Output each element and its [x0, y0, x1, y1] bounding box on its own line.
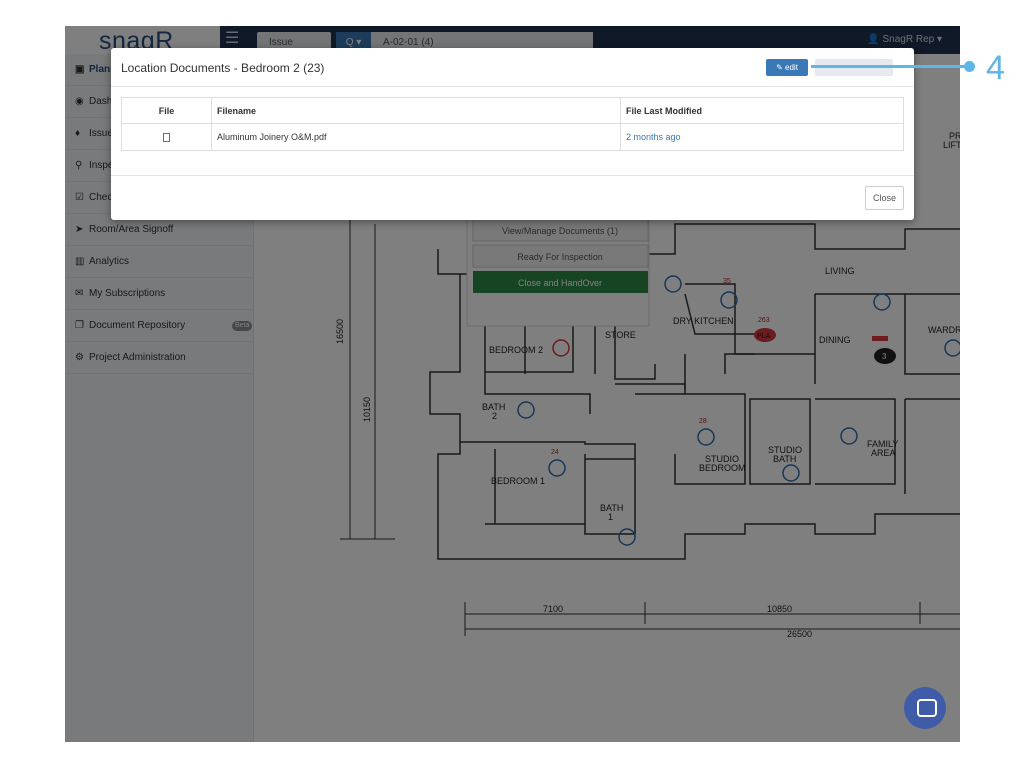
callout-line — [811, 65, 970, 68]
column-header-last-modified: File Last Modified — [620, 97, 904, 124]
pdf-file-icon[interactable] — [163, 132, 170, 142]
edit-icon: ✎ — [776, 63, 786, 72]
column-header-file: File — [121, 97, 212, 124]
filename-cell[interactable]: Aluminum Joinery O&M.pdf — [211, 123, 621, 151]
edit-button[interactable]: ✎ edit — [766, 59, 808, 76]
last-modified-cell: 2 months ago — [620, 123, 904, 151]
callout-number: 4 — [986, 49, 1005, 87]
table-row[interactable]: Aluminum Joinery O&M.pdf 2 months ago — [121, 123, 904, 151]
column-header-filename: Filename — [211, 97, 621, 124]
divider — [111, 86, 914, 87]
table-header-row: File Filename File Last Modified — [121, 97, 904, 124]
callout-dot — [964, 61, 975, 72]
divider — [111, 175, 914, 176]
close-button[interactable]: Close — [865, 186, 904, 210]
documents-table: File Filename File Last Modified Aluminu… — [121, 97, 904, 151]
file-cell[interactable] — [121, 123, 212, 151]
last-modified-link[interactable]: 2 months ago — [626, 132, 681, 142]
chat-launcher-button[interactable] — [904, 687, 946, 729]
edit-label: edit — [785, 63, 798, 72]
location-documents-modal: Location Documents - Bedroom 2 (23) ✎ ed… — [111, 48, 914, 220]
modal-title: Location Documents - Bedroom 2 (23) — [121, 61, 325, 75]
